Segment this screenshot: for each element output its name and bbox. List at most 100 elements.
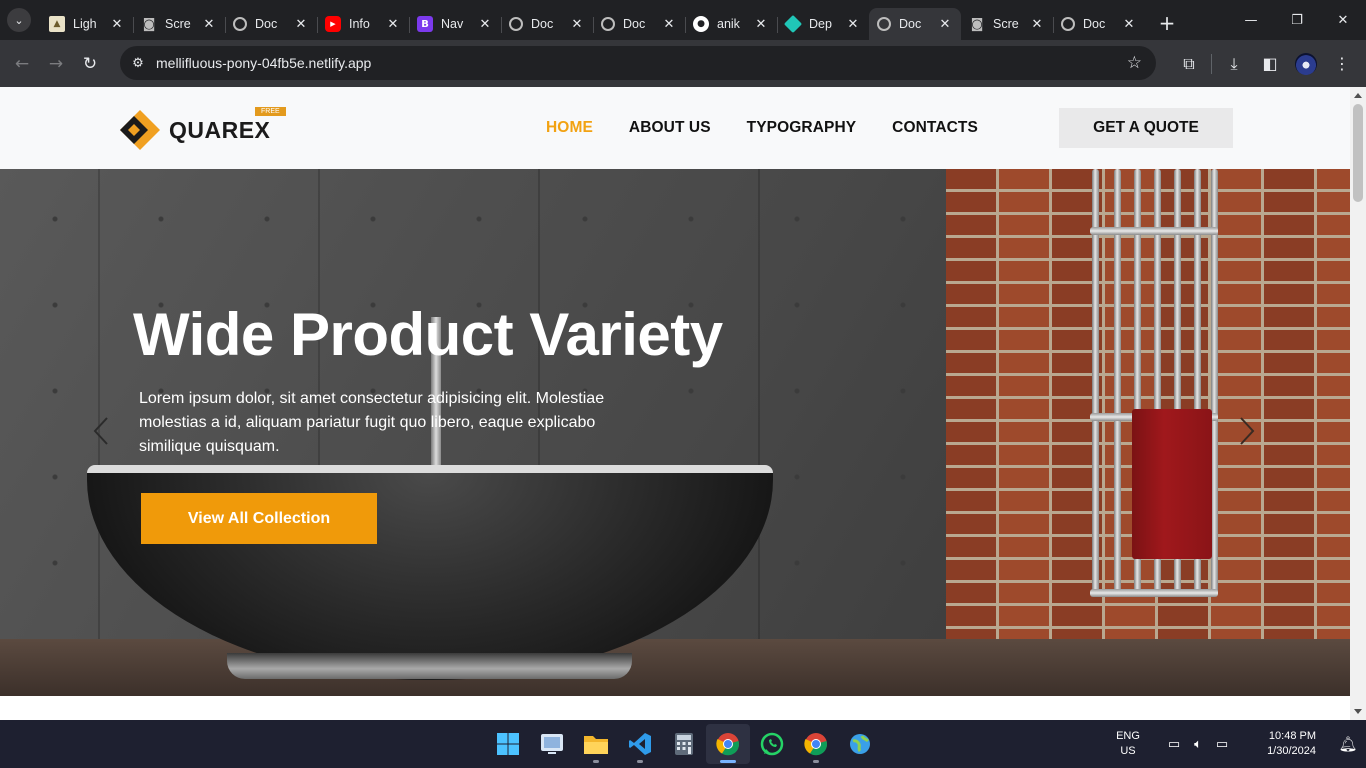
windows-taskbar: ENG US ▭ 🔈︎ ▭ 10:48 PM 1/30/2024 🔔︎ bbox=[0, 720, 1366, 768]
language-code: ENG bbox=[1116, 730, 1140, 742]
battery-icon: ▭ bbox=[1215, 736, 1229, 752]
system-tray: ENG US ▭ 🔈︎ ▭ 10:48 PM 1/30/2024 🔔︎ bbox=[1106, 720, 1366, 768]
language-indicator[interactable]: ENG US bbox=[1106, 729, 1150, 759]
clock-date: 1/30/2024 bbox=[1267, 745, 1316, 757]
page-viewport: QUAREX FREE HOME ABOUT US TYPOGRAPHY CON… bbox=[0, 87, 1366, 720]
browser-tab[interactable]: B Nav ✕ bbox=[409, 8, 501, 40]
nav-about-us[interactable]: ABOUT US bbox=[629, 119, 711, 137]
browser-tab[interactable]: Doc ✕ bbox=[593, 8, 685, 40]
tab-close-icon[interactable]: ✕ bbox=[753, 17, 769, 32]
logo-text: QUAREX bbox=[169, 117, 271, 143]
scroll-down-icon[interactable] bbox=[1354, 709, 1362, 714]
tab-title: Doc bbox=[623, 17, 646, 31]
back-icon[interactable]: ← bbox=[5, 47, 39, 81]
nav-contacts[interactable]: CONTACTS bbox=[892, 119, 978, 137]
site-logo[interactable]: QUAREX FREE bbox=[116, 106, 296, 152]
tab-close-icon[interactable]: ✕ bbox=[293, 17, 309, 32]
page-scrollbar[interactable] bbox=[1350, 87, 1366, 720]
tab-title: Nav bbox=[441, 17, 464, 31]
hero-carousel: Wide Product Variety Lorem ipsum dolor, … bbox=[0, 169, 1350, 696]
site-info-icon[interactable]: ⚙ bbox=[120, 56, 156, 71]
whatsapp-icon[interactable] bbox=[750, 724, 794, 764]
clock[interactable]: 10:48 PM 1/30/2024 bbox=[1238, 729, 1330, 759]
scroll-up-icon[interactable] bbox=[1354, 93, 1362, 98]
tab-close-icon[interactable]: ✕ bbox=[477, 17, 493, 32]
browser-tab-strip: ⌄ ▲ Ligh ✕ ◙ Scre ✕ Doc ✕ ▶ Info ✕ B Nav ✕ Doc ✕ Doc ✕ ● an… bbox=[0, 0, 1366, 40]
tab-close-icon[interactable]: ✕ bbox=[109, 17, 125, 32]
bookmark-star-icon[interactable]: ☆ bbox=[1127, 53, 1142, 73]
globe-icon bbox=[509, 17, 523, 31]
youtube-icon: ▶ bbox=[325, 16, 341, 32]
bathtub-base-image bbox=[227, 653, 632, 679]
tab-close-icon[interactable]: ✕ bbox=[385, 17, 401, 32]
vscode-icon[interactable] bbox=[618, 724, 662, 764]
address-bar[interactable]: ⚙ mellifluous-pony-04fb5e.netlify.app ☆ bbox=[120, 46, 1156, 80]
browser-tab[interactable]: ◙ Scre ✕ bbox=[133, 8, 225, 40]
minimize-icon[interactable]: — bbox=[1228, 0, 1274, 40]
reload-icon[interactable]: ↻ bbox=[73, 47, 107, 81]
tab-close-icon[interactable]: ✕ bbox=[661, 17, 677, 32]
site-header: QUAREX FREE HOME ABOUT US TYPOGRAPHY CON… bbox=[0, 87, 1350, 169]
network-icon: ▭ bbox=[1167, 736, 1181, 752]
file-explorer-icon[interactable] bbox=[574, 724, 618, 764]
tab-title: anik bbox=[717, 17, 740, 31]
profile-avatar[interactable] bbox=[1288, 46, 1324, 82]
quarex-logo-icon bbox=[120, 110, 160, 150]
region-code: US bbox=[1120, 745, 1136, 757]
red-towel-image bbox=[1132, 409, 1212, 559]
tab-close-icon[interactable]: ✕ bbox=[201, 17, 217, 32]
tab-close-icon[interactable]: ✕ bbox=[1029, 17, 1045, 32]
browser-tab[interactable]: Doc ✕ bbox=[1053, 8, 1145, 40]
tab-close-icon[interactable]: ✕ bbox=[569, 17, 585, 32]
toolbar-actions: ⧉ ⤓ ◧ ⋮ bbox=[1171, 40, 1366, 87]
volume-icon: 🔈︎ bbox=[1194, 736, 1202, 752]
nav-typography[interactable]: TYPOGRAPHY bbox=[747, 119, 857, 137]
forward-icon[interactable]: → bbox=[39, 47, 73, 81]
tab-close-icon[interactable]: ✕ bbox=[1121, 17, 1137, 32]
browser-tab[interactable]: Doc ✕ bbox=[501, 8, 593, 40]
tab-search-icon[interactable]: ⌄ bbox=[7, 8, 31, 32]
carousel-next-chevron-icon[interactable] bbox=[1236, 414, 1258, 448]
close-window-icon[interactable]: ✕ bbox=[1320, 0, 1366, 40]
get-a-quote-button[interactable]: GET A QUOTE bbox=[1059, 108, 1233, 148]
screen-viewer-icon[interactable] bbox=[530, 724, 574, 764]
more-menu-icon[interactable]: ⋮ bbox=[1324, 46, 1360, 82]
calculator-icon[interactable] bbox=[662, 724, 706, 764]
side-panel-icon[interactable]: ◧ bbox=[1252, 46, 1288, 82]
browser-toolbar: ← → ↻ ⚙ mellifluous-pony-04fb5e.netlify.… bbox=[0, 40, 1366, 87]
nav-home[interactable]: HOME bbox=[546, 119, 593, 137]
scrollbar-thumb[interactable] bbox=[1353, 104, 1363, 202]
url-text[interactable]: mellifluous-pony-04fb5e.netlify.app bbox=[156, 55, 371, 71]
camera-icon: ◙ bbox=[142, 16, 156, 32]
quick-settings[interactable]: ▭ 🔈︎ ▭ bbox=[1162, 737, 1234, 752]
chrome-icon[interactable] bbox=[706, 724, 750, 764]
hero-title: Wide Product Variety bbox=[133, 301, 723, 368]
github-icon: ● bbox=[693, 16, 709, 32]
carousel-prev-chevron-icon[interactable] bbox=[90, 414, 112, 448]
downloads-icon[interactable]: ⤓ bbox=[1216, 46, 1252, 82]
browser-tab[interactable]: ● anik ✕ bbox=[685, 8, 777, 40]
notification-bell-icon[interactable]: 🔔︎ bbox=[1330, 735, 1366, 753]
tab-title: Scre bbox=[993, 17, 1019, 31]
tab-list: ▲ Ligh ✕ ◙ Scre ✕ Doc ✕ ▶ Info ✕ B Nav ✕ Doc ✕ Doc ✕ ● anik… bbox=[41, 0, 1145, 40]
tab-close-icon[interactable]: ✕ bbox=[937, 17, 953, 32]
windows-start-icon[interactable] bbox=[486, 724, 530, 764]
tab-title: Ligh bbox=[73, 17, 97, 31]
tab-title: Dep bbox=[809, 17, 832, 31]
maps-icon[interactable] bbox=[838, 724, 882, 764]
browser-tab[interactable]: ▶ Info ✕ bbox=[317, 8, 409, 40]
chrome-icon[interactable] bbox=[794, 724, 838, 764]
tab-close-icon[interactable]: ✕ bbox=[845, 17, 861, 32]
restore-icon[interactable]: ❐ bbox=[1274, 0, 1320, 40]
new-tab-icon[interactable]: + bbox=[1155, 11, 1179, 35]
logo-badge: FREE bbox=[255, 107, 286, 116]
browser-tab[interactable]: ◙ Scre ✕ bbox=[961, 8, 1053, 40]
browser-tab[interactable]: Doc ✕ bbox=[869, 8, 961, 40]
browser-tab[interactable]: ▲ Ligh ✕ bbox=[41, 8, 133, 40]
view-all-collection-button[interactable]: View All Collection bbox=[141, 493, 377, 544]
lighthouse-icon: ▲ bbox=[49, 16, 65, 32]
globe-icon bbox=[233, 17, 247, 31]
browser-tab[interactable]: Dep ✕ bbox=[777, 8, 869, 40]
extensions-icon[interactable]: ⧉ bbox=[1171, 46, 1207, 82]
browser-tab[interactable]: Doc ✕ bbox=[225, 8, 317, 40]
